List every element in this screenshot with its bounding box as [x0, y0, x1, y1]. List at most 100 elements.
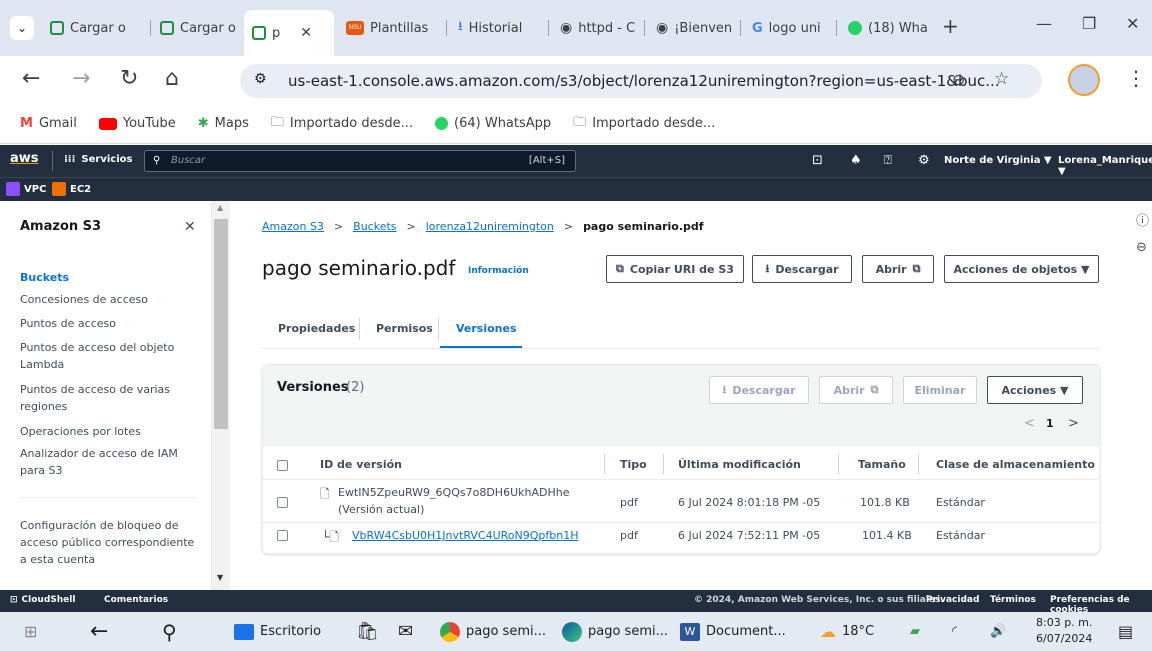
menu-icon[interactable]: ⋮ [1126, 66, 1146, 90]
sidebar-item-iam-analyzer[interactable]: Analizador de acceso de IAM para S3 [20, 445, 190, 479]
zoom-icon[interactable]: ⊖ [952, 70, 965, 89]
wifi-icon[interactable]: ◜ [952, 612, 957, 651]
page-number[interactable]: 1 [1046, 417, 1054, 430]
sidebar-item-grants[interactable]: Concesiones de acceso [20, 291, 148, 308]
versions-delete-button[interactable]: Eliminar [903, 376, 977, 404]
privacy-link[interactable]: Privacidad [926, 595, 979, 605]
object-actions-button[interactable]: Acciones de objetos ▼ [944, 255, 1099, 283]
feedback-panel-icon[interactable]: ⊖ [1136, 240, 1147, 255]
profile-avatar[interactable] [1068, 64, 1100, 96]
tab-bienvenido[interactable]: ◉ ¡Bienven [648, 14, 738, 42]
select-all-checkbox[interactable] [277, 460, 288, 471]
tab-cargar-1[interactable]: Cargar o [42, 14, 148, 42]
reload-icon[interactable]: ↻ [120, 66, 138, 91]
next-page-icon[interactable]: > [1068, 416, 1079, 431]
volume-icon[interactable]: 🔊 [990, 612, 1006, 651]
taskbar-desktop[interactable]: Escritorio [234, 612, 321, 651]
sidebar-item-batch[interactable]: Operaciones por lotes [20, 423, 141, 440]
taskbar-word[interactable]: W Document... [680, 612, 786, 651]
bookmark-whatsapp[interactable]: (64) WhatsApp [435, 116, 551, 131]
services-menu[interactable]: ⁞⁞⁞ Servicios [64, 154, 132, 165]
minimize-button[interactable]: — [1036, 14, 1052, 33]
sidebar-item-lambda[interactable]: Puntos de acceso del objeto Lambda [20, 339, 190, 373]
tab-logo[interactable]: G logo uni [744, 14, 834, 42]
tab-plantillas[interactable]: NSU Plantillas [338, 14, 444, 42]
fav-ec2[interactable]: EC2 [52, 182, 91, 196]
tab-search-button[interactable]: ⌄ [10, 16, 34, 40]
maximize-button[interactable]: ❐ [1082, 14, 1096, 33]
col-version-id[interactable]: ID de versión [320, 458, 402, 471]
breadcrumb-bucket[interactable]: lorenza12uniremington [426, 220, 554, 233]
close-window-button[interactable]: ✕ [1126, 14, 1139, 33]
scroll-thumb[interactable] [214, 219, 228, 429]
tab-active[interactable]: p ✕ [244, 10, 334, 56]
user-menu[interactable]: Lorena_Manrique ▼ [1058, 155, 1152, 177]
tab-permissions[interactable]: Permisos [376, 322, 433, 335]
sidebar-scrollbar[interactable]: ▲ ▼ [212, 201, 230, 590]
bookmark-gmail[interactable]: M Gmail [20, 116, 77, 131]
weather-widget[interactable]: ☁ 18°C [820, 612, 874, 651]
bookmark-folder-2[interactable]: 🗀 Importado desde... [573, 113, 715, 135]
prev-page-icon[interactable]: < [1024, 416, 1035, 431]
taskbar-chrome-1[interactable]: pago semi... [440, 612, 546, 651]
search-icon[interactable]: ⚲ [162, 612, 177, 651]
breadcrumb-buckets[interactable]: Buckets [353, 220, 396, 233]
sidebar-item-access-points[interactable]: Puntos de acceso [20, 315, 116, 332]
bookmark-star-icon[interactable]: ☆ [994, 69, 1009, 89]
tab-versions[interactable]: Versiones [456, 322, 517, 335]
aws-search-input[interactable]: ⚲ Buscar [Alt+S] [144, 150, 576, 172]
tab-historial[interactable]: ⭳ Historial [450, 14, 546, 42]
notifications-icon[interactable]: ♠ [850, 153, 862, 168]
fav-vpc[interactable]: VPC [6, 182, 46, 196]
sidebar-item-multiregion[interactable]: Puntos de acceso de varias regiones [20, 381, 180, 415]
col-size[interactable]: Tamaño [858, 458, 906, 471]
help-icon[interactable]: ⍰ [884, 153, 892, 168]
app-tray-icon[interactable]: ▰ [910, 612, 920, 651]
region-selector[interactable]: Norte de Virginia ▼ [944, 155, 1052, 166]
close-sidebar-icon[interactable]: ✕ [184, 219, 196, 235]
sidebar-item-buckets[interactable]: Buckets [20, 269, 69, 286]
new-tab-button[interactable]: + [942, 14, 959, 38]
tab-cargar-2[interactable]: Cargar o [152, 14, 242, 42]
copy-uri-button[interactable]: ⧉ Copiar URI de S3 [606, 255, 744, 283]
download-button[interactable]: ⭳ Descargar [752, 255, 852, 283]
mail-icon[interactable]: ✉ [398, 612, 413, 651]
site-settings-icon[interactable]: ⚙ [254, 71, 267, 87]
row-checkbox[interactable] [277, 497, 288, 508]
version-id-link[interactable]: VbRW4CsbU0H1JnvtRVC4URoN9Qpfbn1H [352, 529, 578, 542]
info-link[interactable]: Información [468, 266, 529, 276]
versions-download-button[interactable]: ⭳ Descargar [709, 376, 809, 404]
home-icon[interactable]: ⌂ [165, 66, 179, 91]
settings-icon[interactable]: ⚙ [918, 153, 930, 168]
aws-logo[interactable]: aws [10, 151, 39, 166]
col-storage-class[interactable]: Clase de almacenamiento [936, 458, 1095, 471]
taskbar-edge[interactable]: pago semi... [562, 612, 668, 651]
tab-properties[interactable]: Propiedades [278, 322, 355, 335]
taskbar-clock[interactable]: 8:03 p. m. 6/07/2024 [1036, 615, 1092, 647]
back-icon[interactable]: ← [90, 612, 108, 651]
versions-actions-button[interactable]: Acciones ▼ [987, 376, 1083, 404]
bookmark-folder-1[interactable]: 🗀 Importado desde... [271, 113, 413, 135]
cloudshell-link[interactable]: ⊡ CloudShell [10, 595, 75, 605]
bookmark-maps[interactable]: ✱ Maps [198, 116, 249, 131]
feedback-link[interactable]: Comentarios [104, 595, 168, 605]
col-type[interactable]: Tipo [620, 458, 647, 471]
tab-whatsapp[interactable]: (18) Wha [840, 14, 936, 42]
start-icon[interactable]: ⊞ [24, 612, 37, 651]
versions-open-button[interactable]: Abrir ⧉ [819, 376, 893, 404]
terms-link[interactable]: Términos [990, 595, 1036, 605]
tab-httpd[interactable]: ◉ httpd - C [552, 14, 642, 42]
store-icon[interactable]: 🛍 [356, 612, 379, 651]
forward-icon[interactable]: → [72, 66, 90, 91]
breadcrumb-s3[interactable]: Amazon S3 [262, 220, 324, 233]
address-bar[interactable]: ⚙ us-east-1.console.aws.amazon.com/s3/ob… [240, 64, 1042, 98]
cloudshell-icon[interactable]: ⊡ [812, 153, 823, 168]
sidebar-item-block-public[interactable]: Configuración de bloqueo de acceso públi… [20, 517, 198, 568]
back-icon[interactable]: ← [22, 66, 40, 91]
bookmark-youtube[interactable]: YouTube [98, 116, 176, 131]
row-checkbox[interactable] [277, 530, 288, 541]
tab-close-icon[interactable]: ✕ [300, 25, 312, 41]
col-modified[interactable]: Última modificación [678, 458, 801, 471]
notification-center-icon[interactable]: ▤ [1118, 612, 1133, 651]
open-button[interactable]: Abrir ⧉ [862, 255, 934, 283]
